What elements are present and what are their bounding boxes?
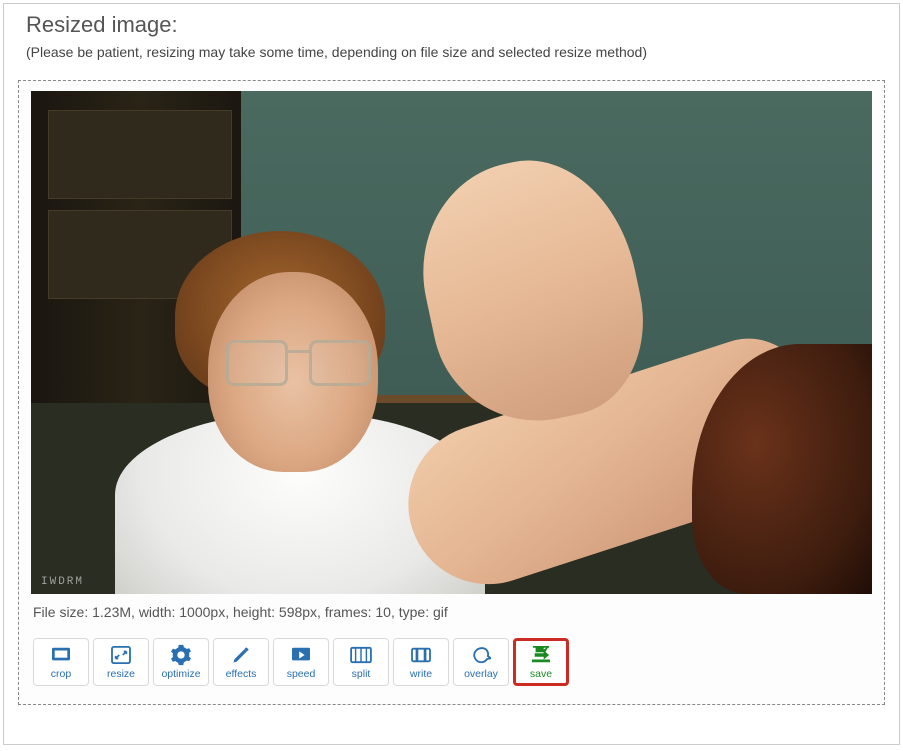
overlay-icon <box>471 644 491 666</box>
split-icon <box>350 644 372 666</box>
overlay-button[interactable]: overlay <box>453 638 509 686</box>
save-button[interactable]: save <box>513 638 569 686</box>
overlay-label: overlay <box>464 668 498 680</box>
output-image[interactable]: IWDRM <box>31 91 872 594</box>
speed-icon <box>290 644 312 666</box>
effects-icon <box>231 644 251 666</box>
save-label: save <box>530 668 552 680</box>
optimize-label: optimize <box>161 668 200 680</box>
write-icon <box>410 644 432 666</box>
crop-icon <box>50 644 72 666</box>
crop-label: crop <box>51 668 71 680</box>
crop-button[interactable]: crop <box>33 638 89 686</box>
file-info: File size: 1.23M, width: 1000px, height:… <box>31 594 872 624</box>
save-icon <box>530 644 552 666</box>
resize-button[interactable]: resize <box>93 638 149 686</box>
image-watermark: IWDRM <box>41 576 84 588</box>
speed-button[interactable]: speed <box>273 638 329 686</box>
split-button[interactable]: split <box>333 638 389 686</box>
write-button[interactable]: write <box>393 638 449 686</box>
write-label: write <box>410 668 432 680</box>
optimize-icon <box>170 644 192 666</box>
optimize-button[interactable]: optimize <box>153 638 209 686</box>
resize-label: resize <box>107 668 135 680</box>
effects-label: effects <box>226 668 257 680</box>
resize-icon <box>111 644 131 666</box>
speed-label: speed <box>287 668 316 680</box>
result-area: IWDRM File size: 1.23M, width: 1000px, h… <box>18 80 885 705</box>
resize-note: (Please be patient, resizing may take so… <box>4 44 899 72</box>
toolbar: crop resize optimize <box>31 624 872 686</box>
split-label: split <box>352 668 371 680</box>
editor-panel: Resized image: (Please be patient, resiz… <box>3 3 900 745</box>
effects-button[interactable]: effects <box>213 638 269 686</box>
section-heading: Resized image: <box>4 4 899 44</box>
